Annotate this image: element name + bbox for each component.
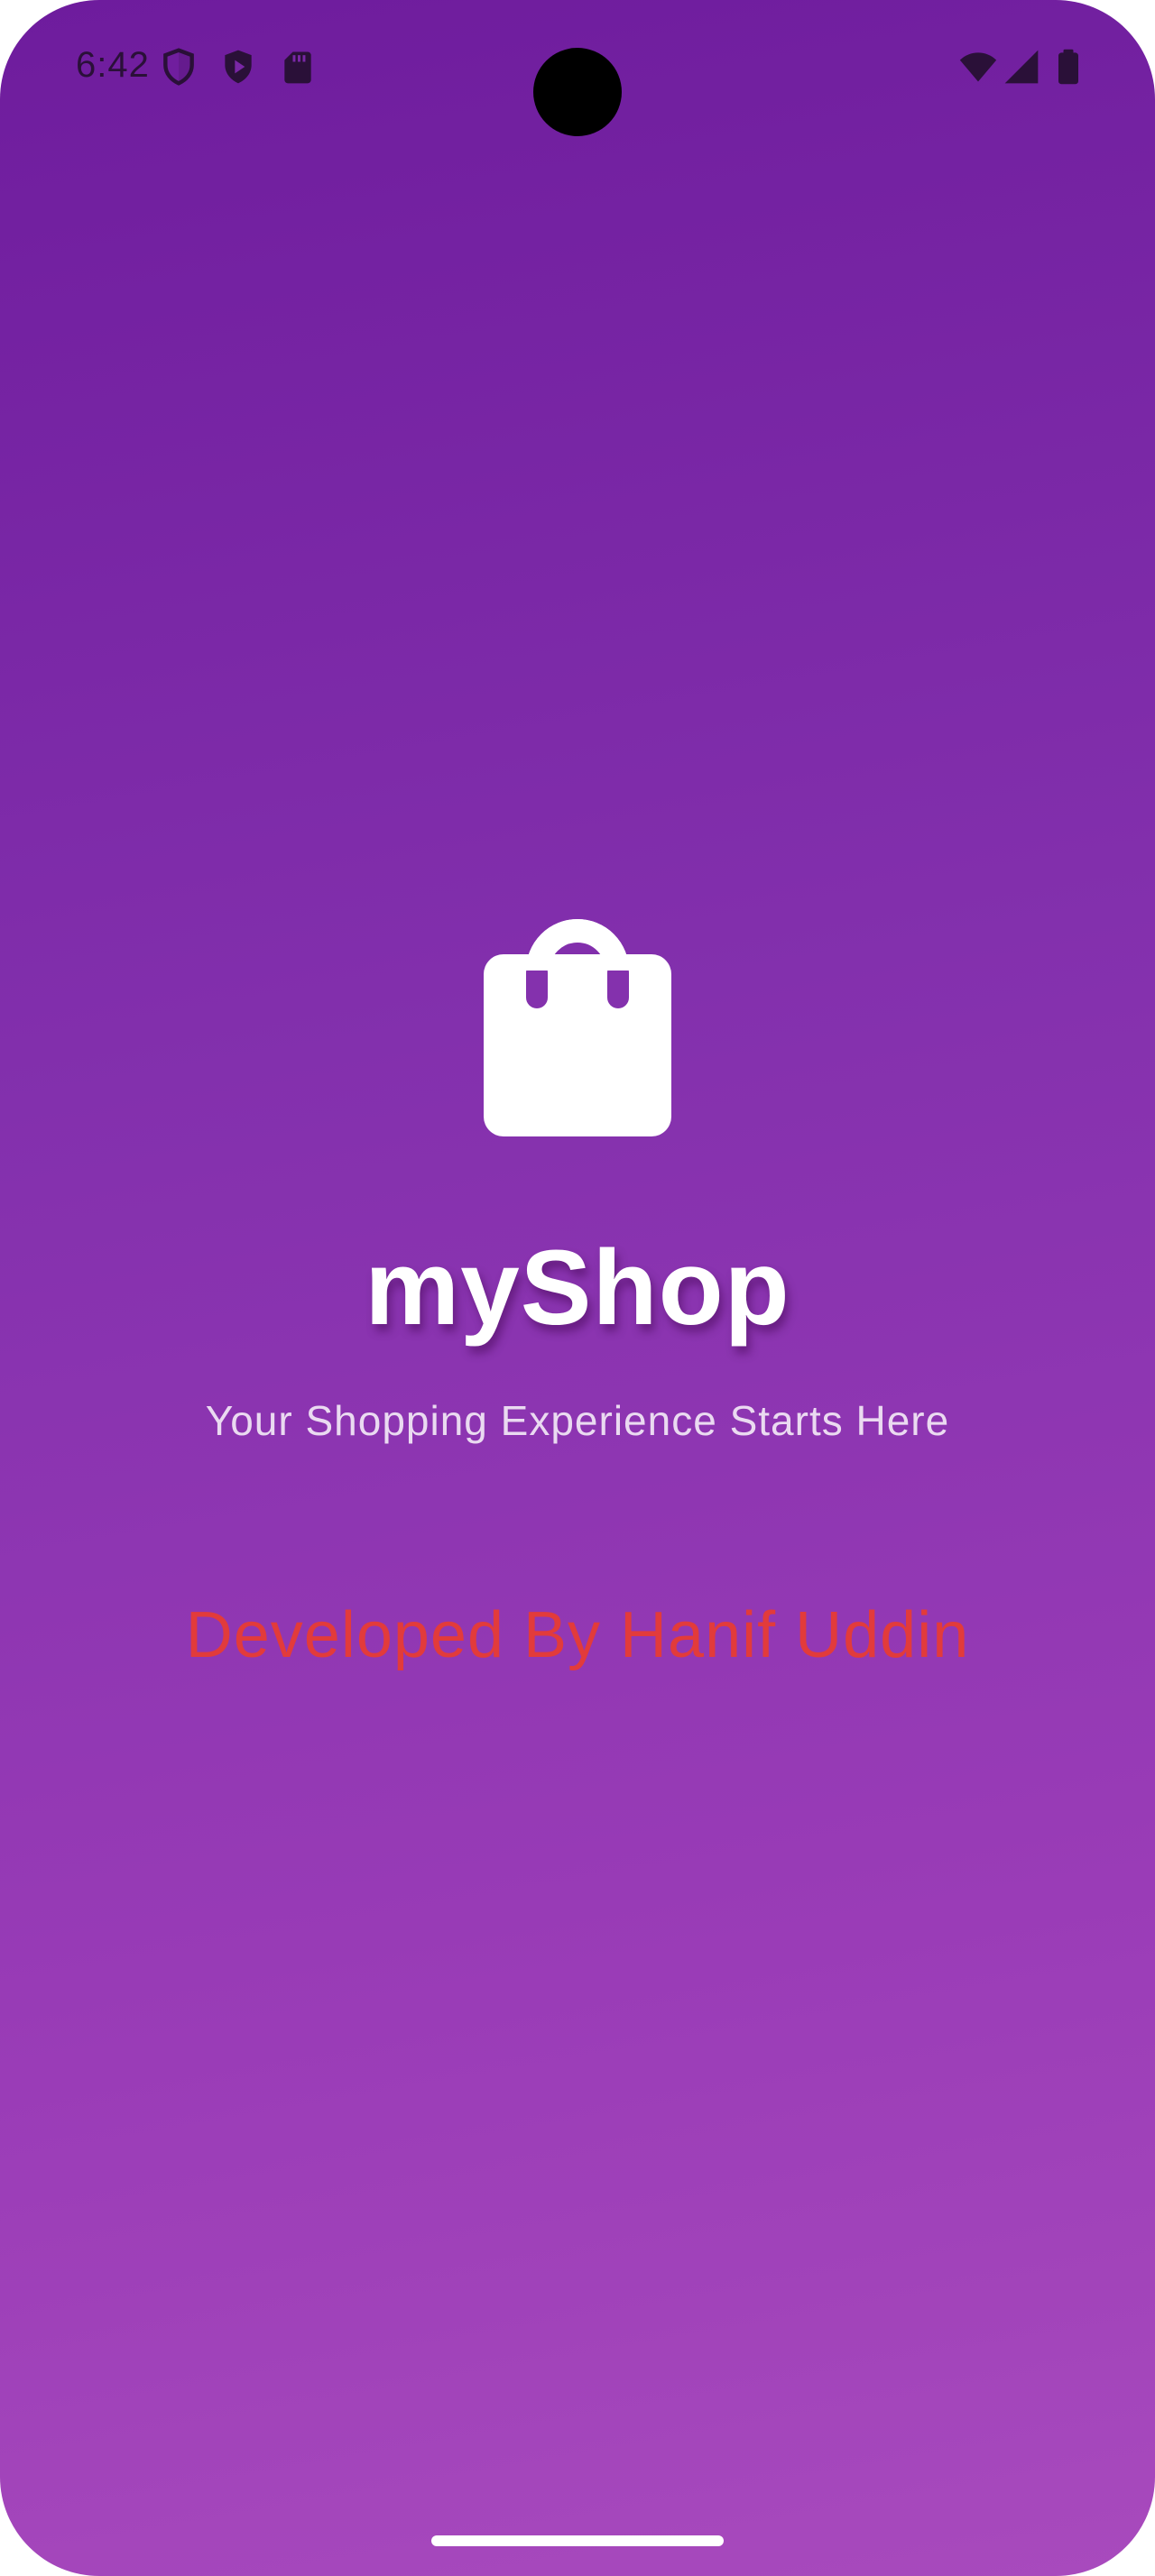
shopping-bag-icon xyxy=(484,919,671,1136)
home-indicator[interactable] xyxy=(431,2535,724,2546)
splash-content: myShop Your Shopping Experience Starts H… xyxy=(0,0,1155,2576)
phone-screen: 6:42 myShop Your Shopping Experience Sta… xyxy=(0,0,1155,2576)
developer-credit: Developed By Hanif Uddin xyxy=(185,1599,970,1671)
app-tagline: Your Shopping Experience Starts Here xyxy=(205,1397,950,1444)
app-title: myShop xyxy=(365,1228,790,1348)
